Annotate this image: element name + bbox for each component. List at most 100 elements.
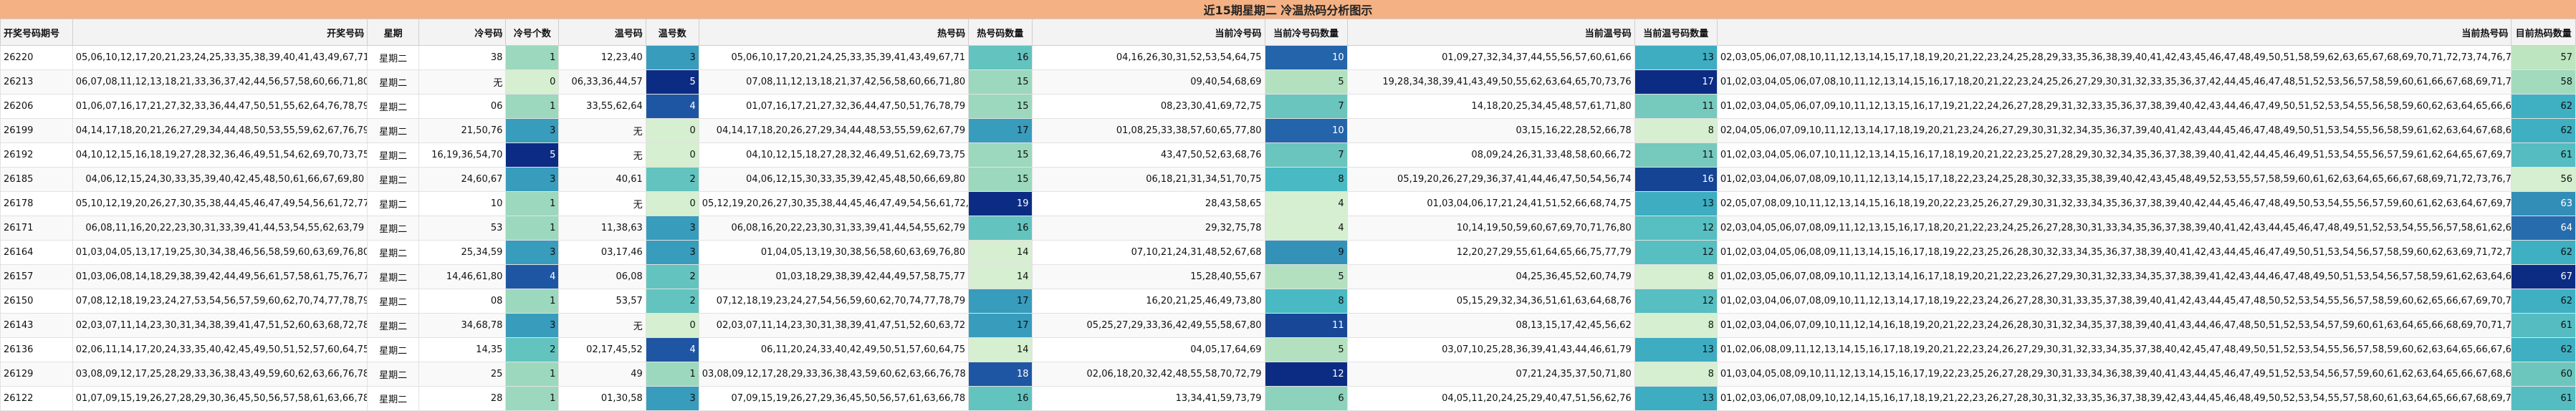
cell-cur-wen: 10,14,19,50,59,60,67,69,70,71,76,80	[1346, 216, 1635, 241]
cell-re-count: 17	[968, 313, 1033, 338]
cell-leng-count: 3	[505, 118, 560, 143]
cell-cur-re: 01,02,03,05,06,07,08,09,10,11,12,13,14,1…	[1716, 264, 2512, 289]
cell-qihao: 26122	[0, 386, 73, 411]
cell-leng-count: 3	[505, 313, 560, 338]
analysis-table: 开奖号码期号 开奖号码 星期 冷号码 冷号个数 温号码 温号数 热号码 热号码数…	[0, 19, 2576, 411]
cell-wen: 无	[558, 118, 646, 143]
cell-cur-leng: 07,10,21,24,31,48,52,67,68	[1031, 240, 1265, 265]
cell-cur-re: 01,02,03,04,06,07,08,09,10,11,12,13,14,1…	[1716, 167, 2512, 192]
cell-kaijiang: 02,06,11,14,17,20,24,33,35,40,42,45,49,5…	[72, 337, 368, 362]
cell-leng-count: 4	[505, 264, 560, 289]
cell-leng-count: 1	[505, 386, 560, 411]
cell-leng-count: 1	[505, 45, 560, 70]
cell-cur-leng-count: 9	[1264, 240, 1348, 265]
cell-wen-count: 2	[645, 264, 699, 289]
header-wen-count: 温号数	[645, 19, 699, 46]
cell-wen: 03,17,46	[558, 240, 646, 265]
cell-qihao: 26213	[0, 69, 73, 95]
cell-qihao: 26220	[0, 45, 73, 70]
cell-kaijiang: 06,08,11,16,20,22,23,30,31,33,39,41,44,5…	[72, 216, 368, 241]
cell-re: 01,07,16,17,21,27,32,36,44,47,50,51,76,7…	[698, 94, 969, 119]
cell-cur-re-count: 60	[2511, 362, 2576, 387]
cell-re-count: 15	[968, 167, 1033, 192]
cell-cur-leng-count: 5	[1264, 69, 1348, 95]
cell-cur-leng-count: 12	[1264, 362, 1348, 387]
cell-re: 03,08,09,12,17,28,29,33,36,38,43,59,60,6…	[698, 362, 969, 387]
cell-cur-wen-count: 13	[1634, 386, 1718, 411]
cell-wen: 11,38,63	[558, 216, 646, 241]
cell-leng: 21,50,76	[418, 118, 507, 143]
cell-leng-count: 5	[505, 142, 560, 168]
cell-wen: 无	[558, 191, 646, 216]
cell-wen-count: 0	[645, 313, 699, 338]
header-kaijiang: 开奖号码	[72, 19, 368, 46]
table-row: 26136 02,06,11,14,17,20,24,33,35,40,42,45…	[0, 337, 2576, 362]
cell-xingqi: 星期二	[367, 216, 420, 241]
cell-cur-wen: 04,05,11,20,24,25,29,40,47,51,56,62,76	[1346, 386, 1635, 411]
cell-cur-leng: 28,43,58,65	[1031, 191, 1265, 216]
cell-cur-leng-count: 4	[1264, 216, 1348, 241]
cell-wen: 49	[558, 362, 646, 387]
cell-cur-wen-count: 8	[1634, 362, 1718, 387]
cell-cur-leng: 13,34,41,59,73,79	[1031, 386, 1265, 411]
cell-re: 05,12,19,20,26,27,30,35,38,44,45,46,47,4…	[698, 191, 969, 216]
cell-xingqi: 星期二	[367, 142, 420, 168]
cell-leng: 25,34,59	[418, 240, 507, 265]
cell-wen-count: 2	[645, 289, 699, 314]
cell-cur-leng: 08,23,30,41,69,72,75	[1031, 94, 1265, 119]
header-cur-re: 当前热号码	[1716, 19, 2512, 46]
table-row: 26157 01,03,06,08,14,18,29,38,39,42,44,49…	[0, 264, 2576, 289]
cell-leng: 无	[418, 69, 507, 95]
cell-xingqi: 星期二	[367, 118, 420, 143]
cell-cur-re: 01,02,03,06,07,08,09,10,12,14,15,16,17,1…	[1716, 386, 2512, 411]
cell-cur-re: 01,02,03,04,05,06,07,08,10,11,12,13,14,1…	[1716, 69, 2512, 95]
cell-re: 01,03,18,29,38,39,42,44,49,57,58,75,77	[698, 264, 969, 289]
table-row: 26199 04,14,17,18,20,21,26,27,29,34,44,48…	[0, 118, 2576, 143]
cell-re-count: 17	[968, 118, 1033, 143]
cell-cur-re-count: 61	[2511, 386, 2576, 411]
cell-qihao: 26199	[0, 118, 73, 143]
cell-leng-count: 1	[505, 289, 560, 314]
cell-leng: 14,35	[418, 337, 507, 362]
cell-cur-leng: 02,06,18,20,32,42,48,55,58,70,72,79	[1031, 362, 1265, 387]
cell-cur-leng: 29,32,75,78	[1031, 216, 1265, 241]
cell-re: 07,09,15,19,26,27,29,36,45,50,56,57,61,6…	[698, 386, 969, 411]
header-qihao: 开奖号码期号	[0, 19, 73, 46]
cell-cur-wen: 07,21,24,35,37,50,71,80	[1346, 362, 1635, 387]
cell-cur-leng-count: 10	[1264, 118, 1348, 143]
cell-cur-leng: 01,08,25,33,38,57,60,65,77,80	[1031, 118, 1265, 143]
cell-xingqi: 星期二	[367, 191, 420, 216]
cell-xingqi: 星期二	[367, 240, 420, 265]
cell-qihao: 26178	[0, 191, 73, 216]
cell-wen: 无	[558, 313, 646, 338]
cell-re-count: 16	[968, 386, 1033, 411]
cell-cur-re-count: 62	[2511, 337, 2576, 362]
cell-kaijiang: 03,08,09,12,17,25,28,29,33,36,38,43,49,5…	[72, 362, 368, 387]
sheet-title: 近15期星期二 冷温热码分析图示	[0, 0, 2576, 19]
cell-leng: 10	[418, 191, 507, 216]
cell-wen: 02,17,45,52	[558, 337, 646, 362]
cell-kaijiang: 01,07,09,15,19,26,27,28,29,30,36,45,50,5…	[72, 386, 368, 411]
cell-qihao: 26206	[0, 94, 73, 119]
cell-kaijiang: 04,14,17,18,20,21,26,27,29,34,44,48,50,5…	[72, 118, 368, 143]
cell-cur-wen: 04,25,36,45,52,60,74,79	[1346, 264, 1635, 289]
cell-re: 01,04,05,13,19,30,38,56,58,60,63,69,76,8…	[698, 240, 969, 265]
table-row: 26129 03,08,09,12,17,25,28,29,33,36,38,43…	[0, 362, 2576, 387]
cell-wen: 06,08	[558, 264, 646, 289]
header-re-count: 热号码数量	[968, 19, 1033, 46]
cell-cur-re: 01,02,03,04,05,06,07,09,10,11,12,13,15,1…	[1716, 94, 2512, 119]
cell-cur-wen-count: 11	[1634, 142, 1718, 168]
cell-leng: 34,68,78	[418, 313, 507, 338]
cell-wen-count: 2	[645, 167, 699, 192]
cell-cur-re: 02,03,05,06,07,08,10,11,12,13,14,15,17,1…	[1716, 45, 2512, 70]
cell-re: 07,12,18,19,23,24,27,54,56,59,60,62,70,7…	[698, 289, 969, 314]
cell-qihao: 26150	[0, 289, 73, 314]
cell-cur-wen-count: 12	[1634, 240, 1718, 265]
cell-kaijiang: 01,03,06,08,14,18,29,38,39,42,44,49,56,6…	[72, 264, 368, 289]
cell-wen: 无	[558, 142, 646, 168]
cell-wen-count: 3	[645, 216, 699, 241]
cell-kaijiang: 05,06,10,12,17,20,21,23,24,25,33,35,38,3…	[72, 45, 368, 70]
cell-cur-re-count: 67	[2511, 264, 2576, 289]
cell-cur-wen-count: 8	[1634, 118, 1718, 143]
cell-cur-wen: 08,13,15,17,42,45,56,62	[1346, 313, 1635, 338]
